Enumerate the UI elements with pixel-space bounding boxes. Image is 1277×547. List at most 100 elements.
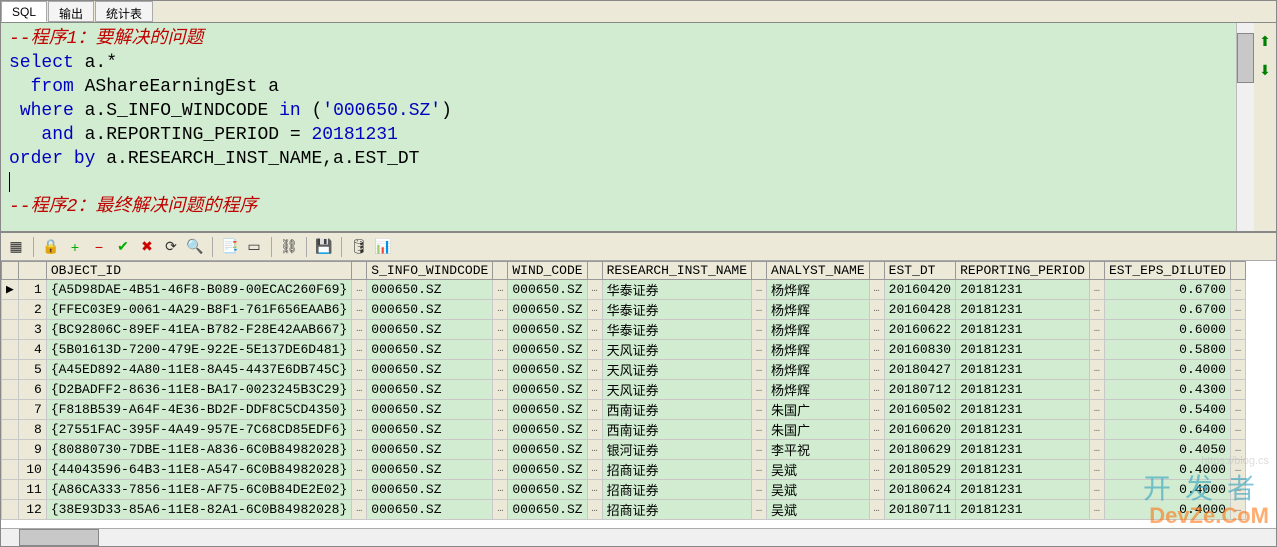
table-row[interactable]: 7{F818B539-A64F-4E36-BD2F-DDF8C5CD4350}…… xyxy=(2,400,1246,420)
cell-ellipsis[interactable]: … xyxy=(352,460,367,480)
cell-ellipsis[interactable]: … xyxy=(587,300,602,320)
cell-ellipsis[interactable]: … xyxy=(1230,420,1245,440)
cell-ellipsis[interactable]: … xyxy=(352,280,367,300)
cell-windcode[interactable]: 000650.SZ xyxy=(367,280,493,300)
cell-ellipsis[interactable]: … xyxy=(752,460,767,480)
cell-reporting-period[interactable]: 20181231 xyxy=(956,500,1090,520)
cell-ellipsis[interactable]: … xyxy=(493,420,508,440)
cell-analyst[interactable]: 吴斌 xyxy=(767,460,870,480)
col-analyst-name[interactable]: ANALYST_NAME xyxy=(767,262,870,280)
cell-wind-code[interactable]: 000650.SZ xyxy=(508,360,587,380)
cell-reporting-period[interactable]: 20181231 xyxy=(956,380,1090,400)
cell-inst[interactable]: 华泰证券 xyxy=(602,300,751,320)
scrollbar-thumb[interactable] xyxy=(1237,33,1254,83)
grid-view-icon[interactable]: ▦ xyxy=(5,236,27,258)
cell-ellipsis[interactable]: … xyxy=(752,440,767,460)
cell-ellipsis[interactable]: … xyxy=(352,360,367,380)
cell-wind-code[interactable]: 000650.SZ xyxy=(508,440,587,460)
cell-ellipsis[interactable]: … xyxy=(1230,300,1245,320)
row-marker[interactable] xyxy=(2,460,19,480)
cell-inst[interactable]: 天风证券 xyxy=(602,340,751,360)
row-marker[interactable] xyxy=(2,380,19,400)
cell-wind-code[interactable]: 000650.SZ xyxy=(508,280,587,300)
cell-ellipsis[interactable]: … xyxy=(493,320,508,340)
result-grid[interactable]: OBJECT_ID S_INFO_WINDCODE WIND_CODE RESE… xyxy=(1,261,1246,520)
cell-windcode[interactable]: 000650.SZ xyxy=(367,360,493,380)
cell-windcode[interactable]: 000650.SZ xyxy=(367,420,493,440)
cell-ellipsis[interactable]: … xyxy=(752,300,767,320)
cell-inst[interactable]: 天风证券 xyxy=(602,380,751,400)
cell-ellipsis[interactable]: … xyxy=(1230,280,1245,300)
find-icon[interactable]: 🔍 xyxy=(184,236,206,258)
cell-reporting-period[interactable]: 20181231 xyxy=(956,420,1090,440)
cell-wind-code[interactable]: 000650.SZ xyxy=(508,340,587,360)
cell-ellipsis[interactable]: … xyxy=(1230,380,1245,400)
tab-output[interactable]: 输出 xyxy=(48,1,94,22)
sql-editor[interactable]: --程序1：要解决的问题 select a.* from AShareEarni… xyxy=(1,23,1236,231)
cell-ellipsis[interactable]: … xyxy=(352,380,367,400)
col-ellipsis[interactable] xyxy=(493,262,508,280)
col-ellipsis[interactable] xyxy=(587,262,602,280)
cell-est-dt[interactable]: 20180529 xyxy=(884,460,955,480)
cell-ellipsis[interactable]: … xyxy=(1089,480,1104,500)
marker-header[interactable] xyxy=(2,262,19,280)
arrow-down-icon[interactable]: ⬇ xyxy=(1259,62,1271,79)
col-s-info-windcode[interactable]: S_INFO_WINDCODE xyxy=(367,262,493,280)
cell-est-dt[interactable]: 20180711 xyxy=(884,500,955,520)
cell-windcode[interactable]: 000650.SZ xyxy=(367,340,493,360)
table-row[interactable]: 8{27551FAC-395F-4A49-957E-7C68CD85EDF6}…… xyxy=(2,420,1246,440)
cell-est-dt[interactable]: 20180427 xyxy=(884,360,955,380)
cell-ellipsis[interactable]: … xyxy=(493,440,508,460)
delete-row-icon[interactable]: − xyxy=(88,236,110,258)
col-ellipsis[interactable] xyxy=(1089,262,1104,280)
cell-reporting-period[interactable]: 20181231 xyxy=(956,280,1090,300)
cell-analyst[interactable]: 杨烨辉 xyxy=(767,320,870,340)
cell-analyst[interactable]: 杨烨辉 xyxy=(767,340,870,360)
cell-ellipsis[interactable]: … xyxy=(1230,400,1245,420)
cell-analyst[interactable]: 吴斌 xyxy=(767,480,870,500)
cell-inst[interactable]: 招商证券 xyxy=(602,480,751,500)
cell-ellipsis[interactable]: … xyxy=(1089,280,1104,300)
cell-object-id[interactable]: {FFEC03E9-0061-4A29-B8F1-761F656EAAB6} xyxy=(46,300,351,320)
cell-object-id[interactable]: {A45ED892-4A80-11E8-8A45-4437E6DB745C} xyxy=(46,360,351,380)
cell-eps[interactable]: 0.6700 xyxy=(1104,300,1230,320)
cell-ellipsis[interactable]: … xyxy=(587,440,602,460)
cell-ellipsis[interactable]: … xyxy=(1089,500,1104,520)
cell-object-id[interactable]: {80880730-7DBE-11E8-A836-6C0B84982028} xyxy=(46,440,351,460)
cell-ellipsis[interactable]: … xyxy=(352,340,367,360)
cell-inst[interactable]: 西南证券 xyxy=(602,420,751,440)
cell-ellipsis[interactable]: … xyxy=(587,420,602,440)
cell-ellipsis[interactable]: … xyxy=(869,420,884,440)
cell-est-dt[interactable]: 20180629 xyxy=(884,440,955,460)
tab-sql[interactable]: SQL xyxy=(1,1,47,22)
cell-windcode[interactable]: 000650.SZ xyxy=(367,300,493,320)
cell-analyst[interactable]: 杨烨辉 xyxy=(767,380,870,400)
cell-wind-code[interactable]: 000650.SZ xyxy=(508,320,587,340)
cell-ellipsis[interactable]: … xyxy=(752,480,767,500)
add-row-icon[interactable]: + xyxy=(64,236,86,258)
cell-ellipsis[interactable]: … xyxy=(493,380,508,400)
cell-reporting-period[interactable]: 20181231 xyxy=(956,400,1090,420)
cell-windcode[interactable]: 000650.SZ xyxy=(367,460,493,480)
cell-ellipsis[interactable]: … xyxy=(752,340,767,360)
cell-ellipsis[interactable]: … xyxy=(869,380,884,400)
row-marker[interactable] xyxy=(2,420,19,440)
cell-eps[interactable]: 0.6700 xyxy=(1104,280,1230,300)
rollback-icon[interactable]: ✖ xyxy=(136,236,158,258)
cell-ellipsis[interactable]: … xyxy=(587,280,602,300)
cell-ellipsis[interactable]: … xyxy=(1089,320,1104,340)
cell-ellipsis[interactable]: … xyxy=(869,460,884,480)
table-row[interactable]: 11{A86CA333-7856-11E8-AF75-6C0B84DE2E02}… xyxy=(2,480,1246,500)
row-marker[interactable] xyxy=(2,500,19,520)
cell-ellipsis[interactable]: … xyxy=(493,480,508,500)
cell-wind-code[interactable]: 000650.SZ xyxy=(508,480,587,500)
cell-analyst[interactable]: 朱国广 xyxy=(767,420,870,440)
row-marker[interactable]: ▶ xyxy=(2,280,19,300)
cell-ellipsis[interactable]: … xyxy=(493,280,508,300)
cell-eps[interactable]: 0.4300 xyxy=(1104,380,1230,400)
col-ellipsis[interactable] xyxy=(352,262,367,280)
cell-ellipsis[interactable]: … xyxy=(1089,460,1104,480)
cell-ellipsis[interactable]: … xyxy=(1089,380,1104,400)
row-marker[interactable] xyxy=(2,320,19,340)
lock-icon[interactable]: 🔒 xyxy=(40,236,62,258)
